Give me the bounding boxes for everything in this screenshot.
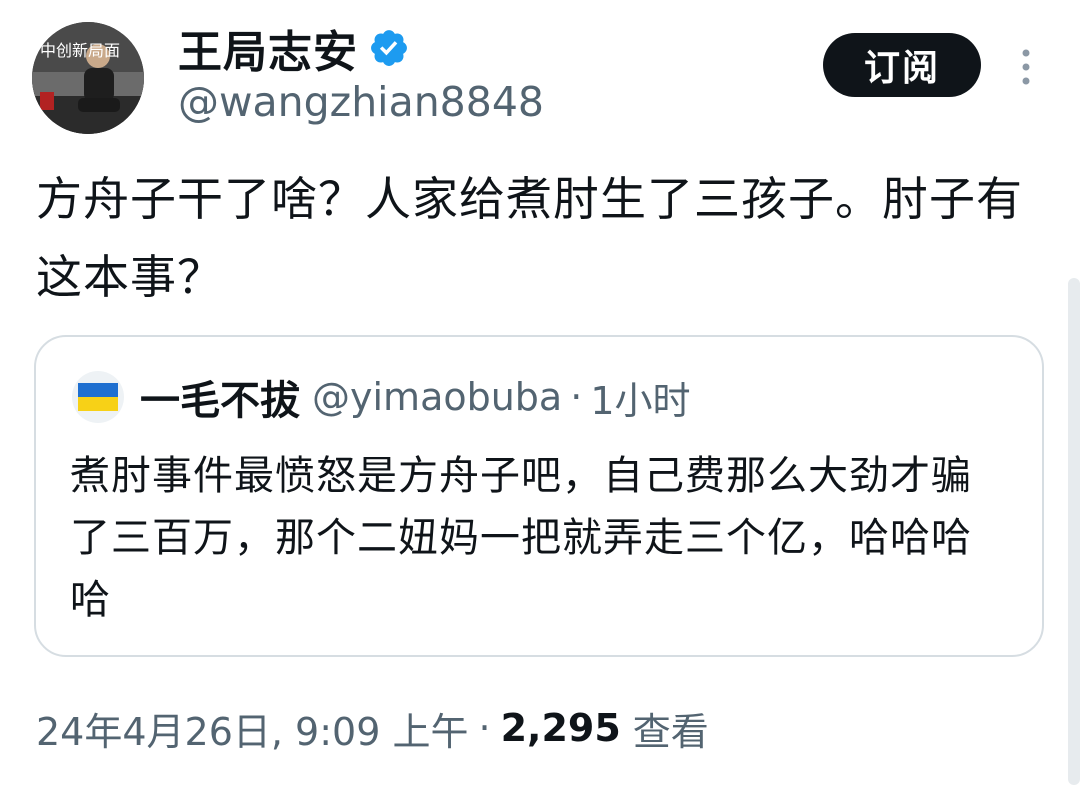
tweet-timestamp[interactable]: 24年4月26日, 9:09 上午: [36, 701, 468, 756]
quoted-tweet-card[interactable]: 一毛不拔 @yimaobuba · 1小时 煮肘事件最愤怒是方舟子吧，自己费那么…: [34, 335, 1044, 657]
quoted-tweet-text: 煮肘事件最愤怒是方舟子吧，自己费那么大劲才骗了三百万，那个二妞妈一把就弄走三个亿…: [70, 453, 972, 623]
ukraine-flag-icon: [72, 371, 124, 423]
quoted-author-name[interactable]: 一毛不拔: [140, 368, 300, 426]
author-avatar[interactable]: 中创新局面: [32, 22, 144, 134]
verified-badge-icon[interactable]: [368, 27, 410, 69]
tweet-text: 方舟子干了啥？人家给煮肘生了三孩子。肘子有这本事？: [36, 172, 1023, 304]
quoted-separator: ·: [570, 375, 583, 419]
author-name-row: 王局志安: [178, 18, 410, 78]
tweet-detail: 中创新局面 王局志安 @wangzhian8848 订阅 方舟子干了啥？人家给煮…: [0, 0, 1080, 785]
scrollbar[interactable]: [1068, 278, 1080, 785]
subscribe-button[interactable]: 订阅: [823, 33, 981, 97]
meta-separator: ·: [478, 706, 491, 750]
views-label: 查看: [632, 709, 709, 754]
author-handle[interactable]: @wangzhian8848: [178, 78, 544, 126]
quoted-tweet-header: 一毛不拔 @yimaobuba · 1小时: [72, 361, 691, 433]
quoted-author-handle[interactable]: @yimaobuba: [312, 375, 562, 419]
view-count: 2,295: [500, 706, 621, 750]
author-display-name[interactable]: 王局志安: [178, 16, 358, 80]
more-options-button[interactable]: [1006, 40, 1046, 94]
avatar-photo: 中创新局面: [32, 22, 144, 134]
tweet-meta: 24年4月26日, 9:09 上午 · 2,295 查看: [36, 700, 709, 756]
avatar-text: 中创新局面: [40, 41, 120, 60]
more-vertical-icon: [1022, 49, 1030, 85]
quoted-time[interactable]: 1小时: [590, 370, 690, 425]
